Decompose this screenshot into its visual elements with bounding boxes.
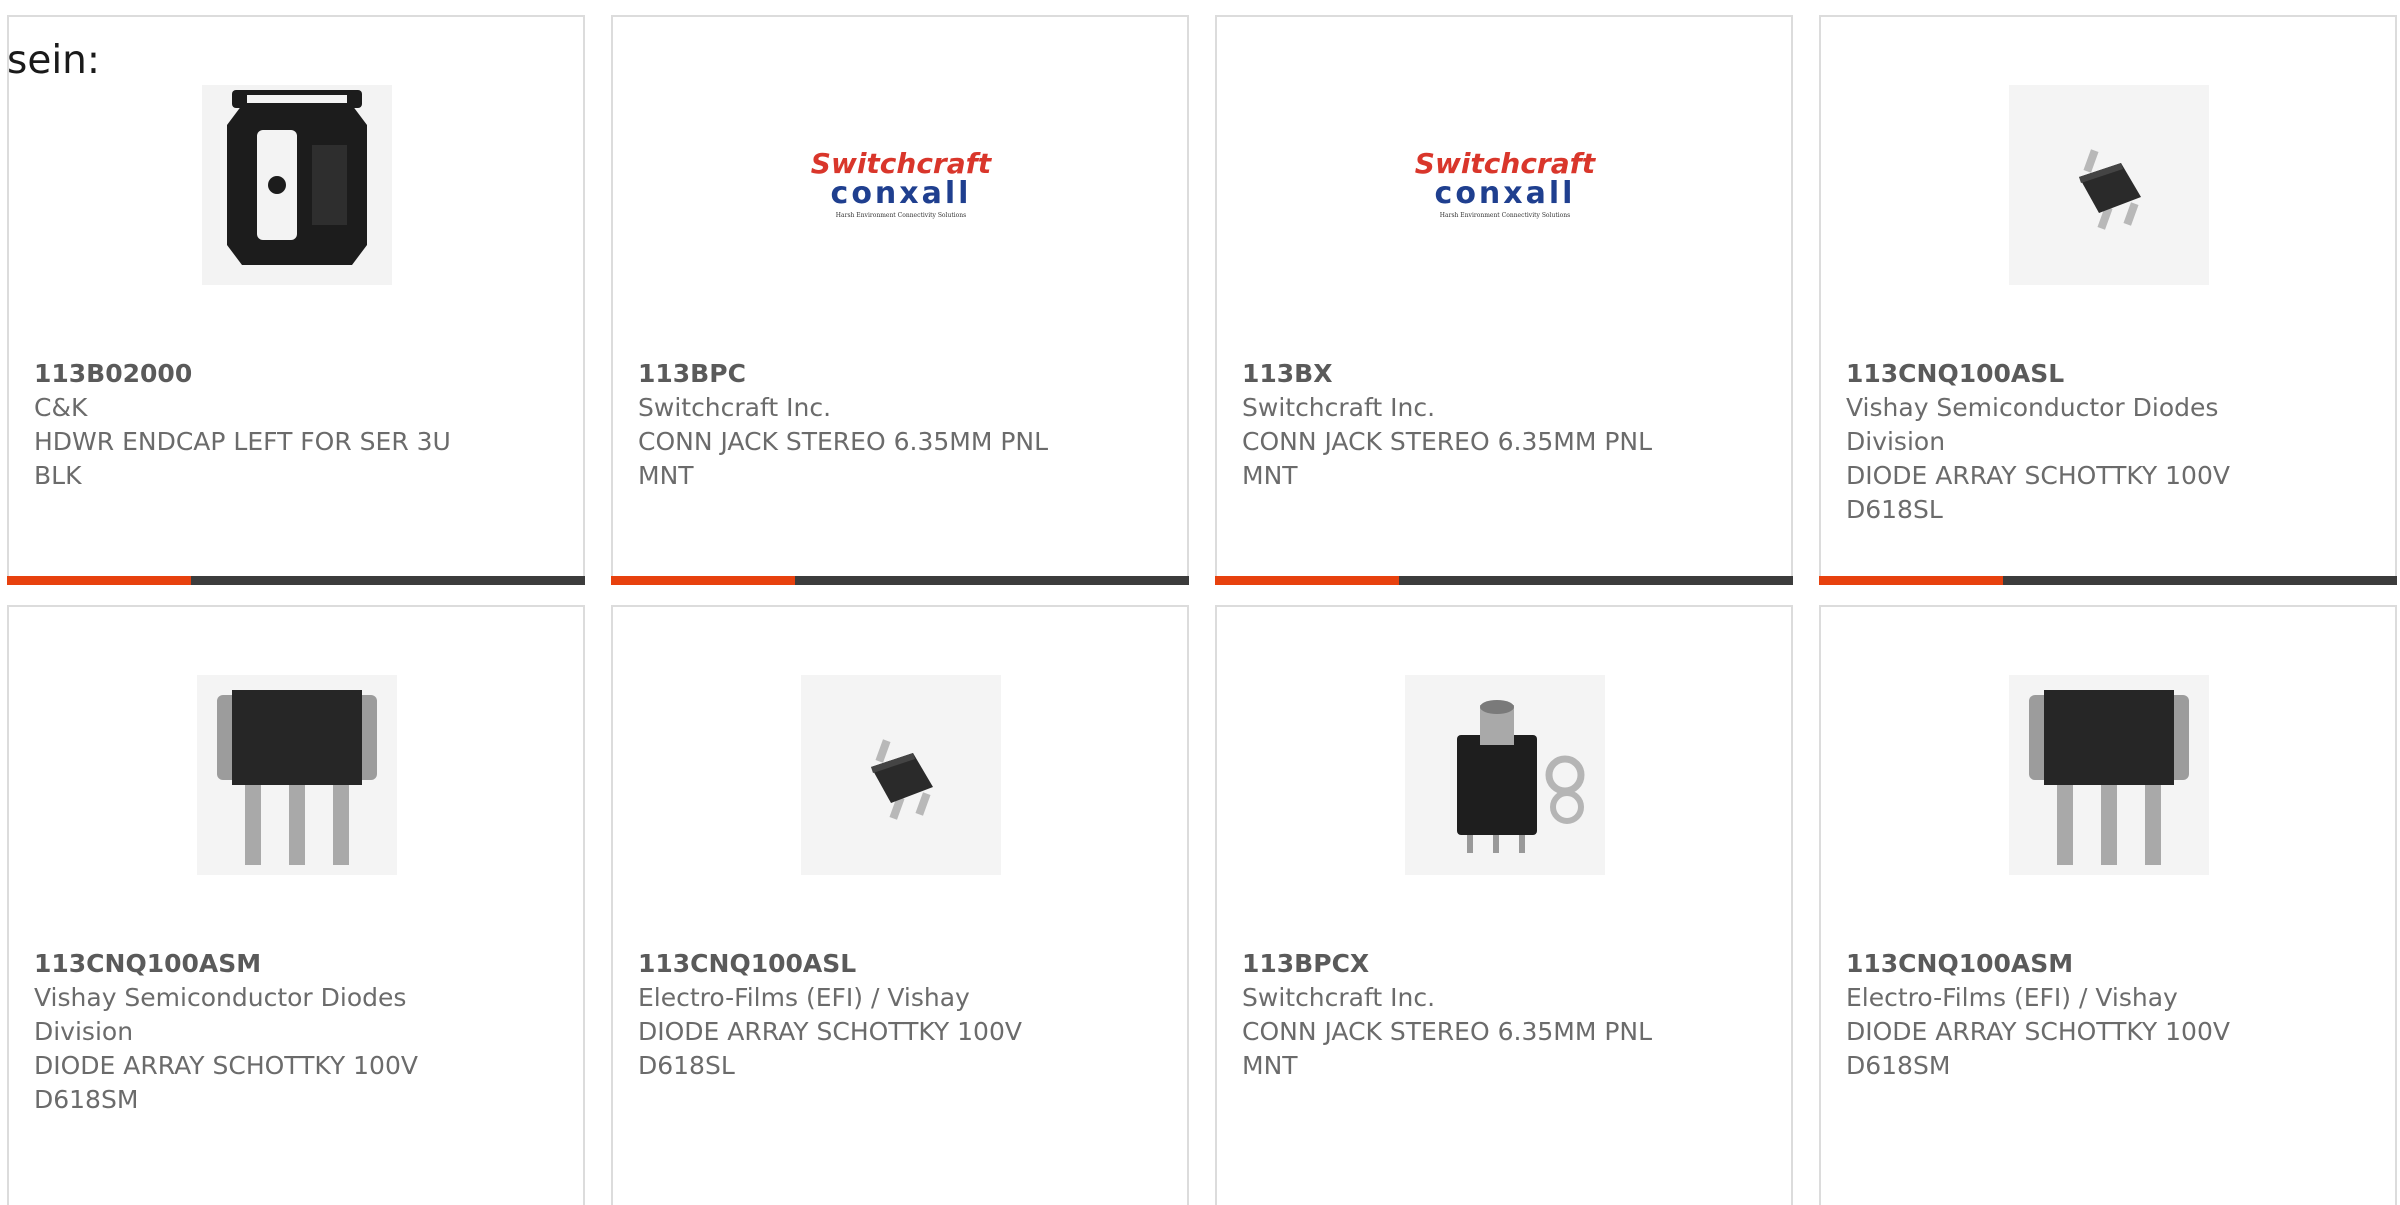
manufacturer: Vishay Semiconductor Diodes bbox=[34, 983, 407, 1012]
logo-tagline: Harsh Environment Connectivity Solutions bbox=[1440, 212, 1570, 219]
description: CONN JACK STEREO 6.35MM PNL bbox=[1242, 427, 1653, 456]
product-card[interactable]: Switchcraft conxall Harsh Environment Co… bbox=[611, 15, 1189, 585]
product-card[interactable]: 113CNQ100ASM Vishay Semiconductor Diodes… bbox=[7, 605, 585, 1205]
manufacturer: Switchcraft Inc. bbox=[638, 393, 832, 422]
description: CONN JACK STEREO 6.35MM PNL bbox=[638, 427, 1049, 456]
intro-text: sein: bbox=[7, 38, 101, 83]
part-number[interactable]: 113CNQ100ASL bbox=[1846, 357, 2375, 391]
switchcraft-conxall-logo[interactable]: Switchcraft conxall Harsh Environment Co… bbox=[800, 84, 1002, 286]
logo-tagline: Harsh Environment Connectivity Solutions bbox=[836, 212, 966, 219]
manufacturer: Vishay Semiconductor Diodes bbox=[1846, 393, 2219, 422]
product-card[interactable]: 113CNQ100ASM Electro-Films (EFI) / Visha… bbox=[1819, 605, 2397, 1205]
card-accent-bar bbox=[1819, 576, 2397, 585]
description-cont: MNT bbox=[1242, 461, 1298, 490]
description: HDWR ENDCAP LEFT FOR SER 3U bbox=[34, 427, 451, 456]
product-card[interactable]: 113B02000 C&K HDWR ENDCAP LEFT FOR SER 3… bbox=[7, 15, 585, 585]
card-accent-bar bbox=[1215, 576, 1793, 585]
manufacturer: C&K bbox=[34, 393, 88, 422]
manufacturer: Electro-Films (EFI) / Vishay bbox=[638, 983, 970, 1012]
part-number[interactable]: 113CNQ100ASL bbox=[638, 947, 1167, 981]
description-cont: D618SL bbox=[1846, 495, 1943, 524]
manufacturer: Electro-Films (EFI) / Vishay bbox=[1846, 983, 2178, 1012]
description-cont: D618SM bbox=[34, 1085, 139, 1114]
part-number[interactable]: 113BPCX bbox=[1242, 947, 1771, 981]
description-cont: BLK bbox=[34, 461, 82, 490]
description: DIODE ARRAY SCHOTTKY 100V bbox=[1846, 461, 2230, 490]
smd-diode-image[interactable] bbox=[800, 674, 1002, 876]
power-diode-image[interactable] bbox=[2008, 674, 2210, 876]
description-cont: D618SL bbox=[638, 1051, 735, 1080]
description: DIODE ARRAY SCHOTTKY 100V bbox=[638, 1017, 1022, 1046]
manufacturer: Switchcraft Inc. bbox=[1242, 983, 1436, 1012]
manufacturer-cont: Division bbox=[34, 1017, 134, 1046]
description-cont: D618SM bbox=[1846, 1051, 1951, 1080]
product-card[interactable]: 113CNQ100ASL Electro-Films (EFI) / Visha… bbox=[611, 605, 1189, 1205]
product-card[interactable]: 113CNQ100ASL Vishay Semiconductor Diodes… bbox=[1819, 15, 2397, 585]
logo-line2: conxall bbox=[831, 176, 972, 211]
description: DIODE ARRAY SCHOTTKY 100V bbox=[34, 1051, 418, 1080]
product-card[interactable]: Switchcraft conxall Harsh Environment Co… bbox=[1215, 15, 1793, 585]
product-card[interactable]: 113BPCX Switchcraft Inc. CONN JACK STERE… bbox=[1215, 605, 1793, 1205]
audio-jack-image[interactable] bbox=[1404, 674, 1606, 876]
smd-diode-image[interactable] bbox=[2008, 84, 2210, 286]
part-number[interactable]: 113CNQ100ASM bbox=[34, 947, 563, 981]
part-number[interactable]: 113BX bbox=[1242, 357, 1771, 391]
card-accent-bar bbox=[611, 576, 1189, 585]
part-number[interactable]: 113BPC bbox=[638, 357, 1167, 391]
card-accent-bar bbox=[7, 576, 585, 585]
manufacturer-cont: Division bbox=[1846, 427, 1946, 456]
description: CONN JACK STEREO 6.35MM PNL bbox=[1242, 1017, 1653, 1046]
endcap-bracket-image[interactable] bbox=[196, 84, 398, 286]
manufacturer: Switchcraft Inc. bbox=[1242, 393, 1436, 422]
description-cont: MNT bbox=[638, 461, 694, 490]
description: DIODE ARRAY SCHOTTKY 100V bbox=[1846, 1017, 2230, 1046]
logo-line2: conxall bbox=[1435, 176, 1576, 211]
part-number[interactable]: 113CNQ100ASM bbox=[1846, 947, 2375, 981]
part-number[interactable]: 113B02000 bbox=[34, 357, 563, 391]
power-diode-image[interactable] bbox=[196, 674, 398, 876]
description-cont: MNT bbox=[1242, 1051, 1298, 1080]
switchcraft-conxall-logo[interactable]: Switchcraft conxall Harsh Environment Co… bbox=[1404, 84, 1606, 286]
